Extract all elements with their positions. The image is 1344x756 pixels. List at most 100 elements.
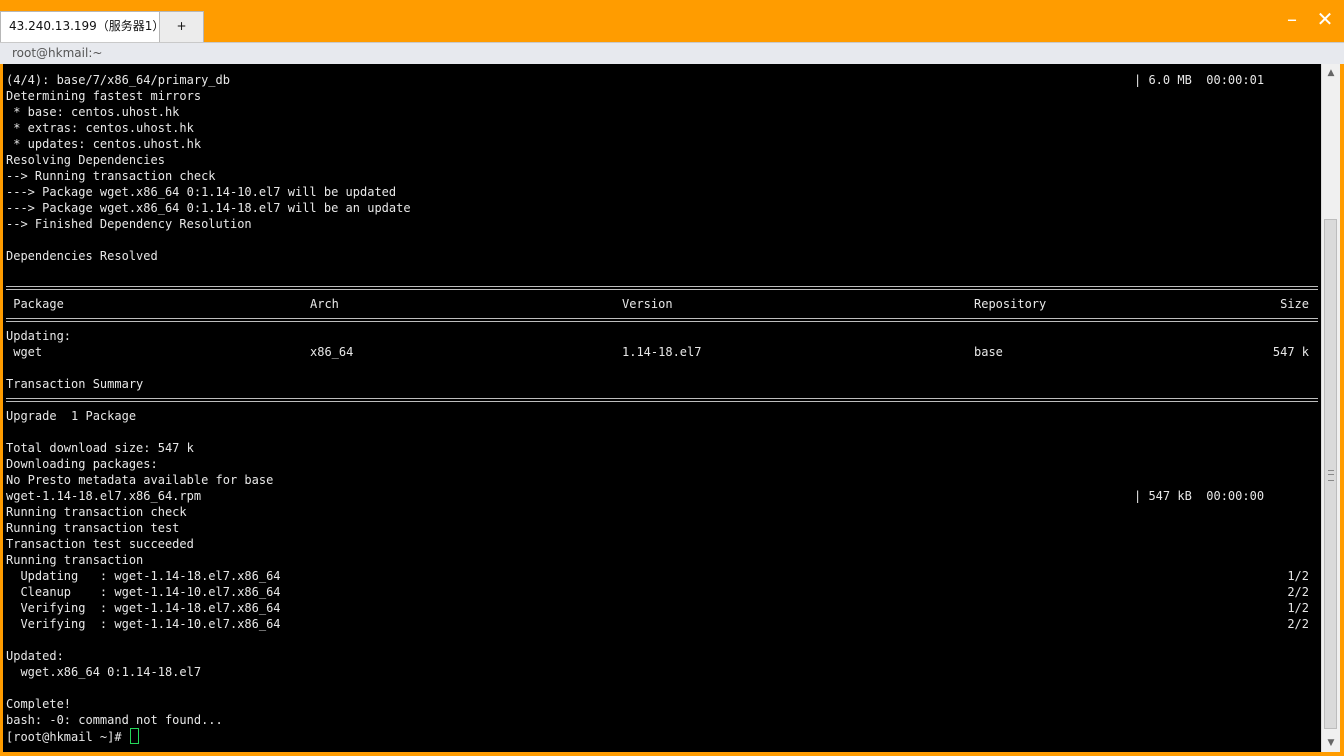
progress-counter: 1/2 [1287,569,1309,583]
line-text: Running transaction [6,553,144,567]
terminal-line: Complete! [6,696,1318,712]
line-text: Resolving Dependencies [6,153,165,167]
session-bar: root@hkmail:~ [0,42,1344,64]
terminal-line: Resolving Dependencies [6,152,1318,168]
line-text: No Presto metadata available for base [6,473,274,487]
table-cell: Repository [974,297,1047,311]
terminal-line: Updating: [6,328,1318,344]
line-text: Running transaction check [6,505,187,519]
terminal-line: wget-1.14-18.el7.x86_64.rpm | 547 kB 00:0… [6,488,1318,504]
terminal-line: Updating : wget-1.14-18.el7.x86_64 1/2 [6,568,1318,584]
table-cell: 547 k [1272,345,1309,359]
table-cell: wget [6,345,43,359]
progress-counter: 1/2 [1287,601,1309,615]
line-text: --> Finished Dependency Resolution [6,217,252,231]
terminal-line: Cleanup : wget-1.14-10.el7.x86_64 2/2 [6,584,1318,600]
terminal-line: wget x86_64 1.14-18.el7 base 547 k [6,344,1318,360]
close-icon[interactable]: ✕ [1314,8,1336,30]
terminal-line: Running transaction check [6,504,1318,520]
terminal-line: --> Finished Dependency Resolution [6,216,1318,232]
separator-rule [6,392,1318,408]
terminal-line: Downloading packages: [6,456,1318,472]
scroll-up-icon[interactable]: ▲ [1322,66,1340,80]
line-text: Verifying : wget-1.14-10.el7.x86_64 [6,617,281,631]
line-text: Upgrade 1 Package [6,409,137,423]
scroll-down-icon[interactable]: ▼ [1322,736,1340,750]
separator-rule [6,312,1318,328]
table-cell: Package [6,297,64,311]
progress-counter: 2/2 [1287,585,1309,599]
line-text: Transaction test succeeded [6,537,194,551]
line-text: Updated: [6,649,64,663]
terminal-line: Updated: [6,648,1318,664]
line-text: bash: -0: command not found... [6,713,223,727]
line-text: Running transaction test [6,521,180,535]
terminal-line: (4/4): base/7/x86_64/primary_db | 6.0 MB … [6,72,1318,88]
title-bar: 43.240.13.199（服务器1） + – ✕ [0,0,1344,42]
shell-prompt: [root@hkmail ~]# [6,730,129,744]
terminal-line: Verifying : wget-1.14-10.el7.x86_64 2/2 [6,616,1318,632]
terminal-line: Running transaction test [6,520,1318,536]
terminal-line: --> Running transaction check [6,168,1318,184]
terminal-line: No Presto metadata available for base [6,472,1318,488]
download-stats: | 6.0 MB 00:00:01 [1134,73,1265,87]
terminal-lines: (4/4): base/7/x86_64/primary_db | 6.0 MB … [6,72,1318,744]
terminal-line: Upgrade 1 Package [6,408,1318,424]
minimize-icon[interactable]: – [1281,8,1303,30]
terminal-line: Verifying : wget-1.14-18.el7.x86_64 1/2 [6,600,1318,616]
terminal-line: Transaction Summary [6,376,1318,392]
line-text: Verifying : wget-1.14-18.el7.x86_64 [6,601,281,615]
terminal-output[interactable]: (4/4): base/7/x86_64/primary_db | 6.0 MB … [3,64,1321,752]
text-cursor[interactable] [129,728,139,744]
line-text: wget-1.14-18.el7.x86_64.rpm [6,489,202,503]
terminal-line: Transaction test succeeded [6,536,1318,552]
line-text: Total download size: 547 k [6,441,194,455]
separator-rule [6,280,1318,296]
scroll-thumb[interactable] [1324,219,1337,729]
session-title: root@hkmail:~ [12,46,103,60]
table-cell: Version [622,297,673,311]
terminal-line: bash: -0: command not found... [6,712,1318,728]
line-text: Complete! [6,697,72,711]
table-cell: 1.14-18.el7 [622,345,702,359]
new-tab-button[interactable]: + [159,11,204,42]
table-cell: x86_64 [310,345,354,359]
terminal-line: wget.x86_64 0:1.14-18.el7 [6,664,1318,680]
line-text: ---> Package wget.x86_64 0:1.14-18.el7 w… [6,201,411,215]
window-bottom-edge [0,752,1344,756]
line-text: ---> Package wget.x86_64 0:1.14-10.el7 w… [6,185,397,199]
table-cell: Size [1280,297,1309,311]
terminal-line: Dependencies Resolved [6,248,1318,264]
line-text: Downloading packages: [6,457,158,471]
line-text: * extras: centos.uhost.hk [6,121,194,135]
terminal-line: ---> Package wget.x86_64 0:1.14-18.el7 w… [6,200,1318,216]
line-text: * updates: centos.uhost.hk [6,137,202,151]
table-cell: Arch [310,297,339,311]
terminal-line: Total download size: 547 k [6,440,1318,456]
line-text: --> Running transaction check [6,169,216,183]
terminal-line: Running transaction [6,552,1318,568]
line-text: Transaction Summary [6,377,144,391]
grip-icon [1328,470,1334,481]
line-text: (4/4): base/7/x86_64/primary_db [6,73,230,87]
line-text: Updating: [6,329,72,343]
terminal-line: Package Arch Version Repository Size [6,296,1318,312]
tab-server[interactable]: 43.240.13.199（服务器1） [0,11,164,42]
line-text: Dependencies Resolved [6,249,158,263]
prompt-line[interactable]: [root@hkmail ~]# [6,728,1318,744]
line-text: * base: centos.uhost.hk [6,105,180,119]
terminal-line: * updates: centos.uhost.hk [6,136,1318,152]
terminal-line: * base: centos.uhost.hk [6,104,1318,120]
vertical-scrollbar[interactable]: ▲ ▼ [1321,64,1340,752]
line-text: Determining fastest mirrors [6,89,202,103]
progress-counter: 2/2 [1287,617,1309,631]
terminal-line: * extras: centos.uhost.hk [6,120,1318,136]
line-text: Updating : wget-1.14-18.el7.x86_64 [6,569,281,583]
line-text: Cleanup : wget-1.14-10.el7.x86_64 [6,585,281,599]
